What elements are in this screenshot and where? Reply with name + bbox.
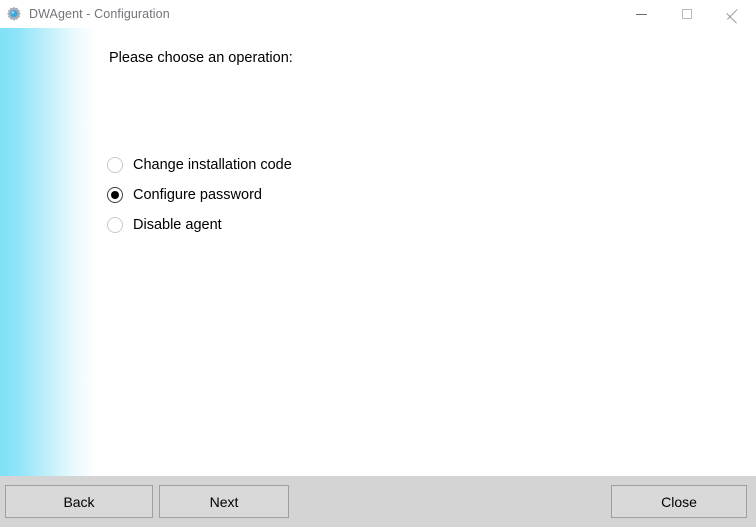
main-content: Please choose an operation: Change insta… — [96, 28, 756, 476]
close-button[interactable] — [710, 0, 756, 28]
page-title: Please choose an operation: — [109, 50, 293, 66]
operation-radio-group: Change installation code Configure passw… — [107, 150, 527, 240]
radio-option-label: Disable agent — [133, 217, 222, 233]
window-controls — [618, 0, 756, 28]
back-button[interactable]: Back — [5, 485, 153, 518]
window-title: DWAgent - Configuration — [29, 7, 170, 21]
radio-option-change-installation-code[interactable]: Change installation code — [107, 150, 527, 180]
maximize-icon — [682, 9, 692, 19]
radio-option-configure-password[interactable]: Configure password — [107, 180, 527, 210]
minimize-button[interactable] — [618, 0, 664, 28]
radio-option-disable-agent[interactable]: Disable agent — [107, 210, 527, 240]
next-button[interactable]: Next — [159, 485, 289, 518]
footer-bar: Back Next Close — [0, 476, 756, 527]
close-dialog-button[interactable]: Close — [611, 485, 747, 518]
minimize-icon — [635, 13, 647, 15]
close-icon — [727, 8, 739, 20]
dwagent-configuration-window: DWAgent - Configuration Please choose an… — [0, 0, 756, 527]
radio-indicator[interactable] — [107, 157, 123, 173]
gear-icon — [7, 6, 21, 21]
radio-option-label: Change installation code — [133, 157, 292, 173]
radio-indicator-selected[interactable] — [107, 187, 123, 203]
title-bar: DWAgent - Configuration — [0, 0, 756, 28]
sidebar-gradient-banner — [0, 28, 96, 476]
radio-option-label: Configure password — [133, 187, 262, 203]
maximize-button[interactable] — [664, 0, 710, 28]
radio-indicator[interactable] — [107, 217, 123, 233]
